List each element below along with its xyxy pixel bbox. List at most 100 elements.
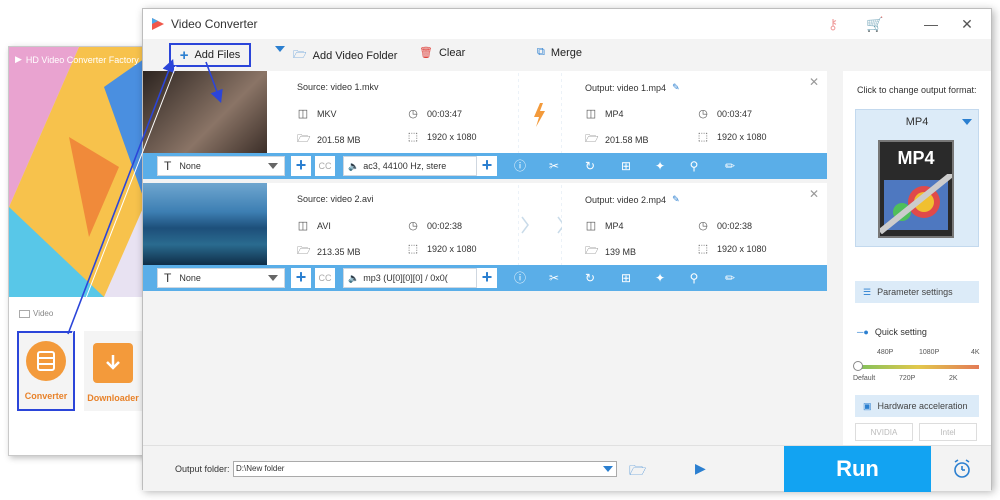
- add-audio-button[interactable]: +: [477, 156, 497, 176]
- add-video-folder-label: Add Video Folder: [312, 49, 398, 62]
- cc-icon[interactable]: CC: [315, 156, 335, 176]
- toolbar: + Add Files 🗁 Add Video Folder 🗑 Clear ⧉…: [143, 39, 991, 71]
- minimize-button[interactable]: —: [921, 14, 941, 34]
- output-size-value: 139 MB: [605, 246, 637, 257]
- remove-file-button[interactable]: ✕: [809, 75, 819, 89]
- scissors-icon[interactable]: ✂: [545, 269, 563, 287]
- hardware-acceleration-button[interactable]: ▣ Hardware acceleration: [855, 395, 979, 417]
- format-icon-label: MP4: [897, 148, 935, 168]
- close-button[interactable]: ✕: [957, 14, 977, 34]
- output-resolution-value: 1920 x 1080: [717, 131, 767, 142]
- source-name: Source: video 2.avi: [297, 194, 374, 204]
- parameter-settings-button[interactable]: ☰ Parameter settings: [855, 281, 979, 303]
- file-toolbar: T None + CC 🔈 ac3, 44100 Hz, stere + ⓘ ✂ ↻…: [143, 153, 827, 179]
- nvidia-button[interactable]: NVIDIA: [855, 423, 913, 441]
- add-video-folder-button[interactable]: 🗁 Add Video Folder: [293, 46, 397, 65]
- output-format-panel: Click to change output format: MP4 MP4 ☰…: [843, 71, 991, 451]
- effects-wand-icon[interactable]: ✦: [651, 157, 669, 175]
- quality-slider-track[interactable]: [857, 365, 979, 369]
- info-icon[interactable]: ⓘ: [511, 157, 529, 175]
- downloader-tile[interactable]: Downloader: [84, 331, 142, 411]
- output-format-selector[interactable]: MP4 MP4: [855, 109, 979, 247]
- run-button[interactable]: Run: [784, 446, 931, 492]
- output-format: ◫ MP4: [585, 219, 624, 232]
- scissors-icon[interactable]: ✂: [545, 157, 563, 175]
- add-files-button[interactable]: + Add Files: [169, 43, 251, 67]
- add-files-dropdown[interactable]: [275, 46, 285, 52]
- slider-icon: ─●: [857, 327, 869, 337]
- file-item: Source: video 1.mkv ◫ MKV ◷ 00:03:47 🗁 201.…: [143, 71, 827, 179]
- chevron-down-icon: [603, 466, 613, 472]
- downloader-icon: [93, 343, 133, 383]
- file-item: Source: video 2.avi ◫ AVI ◷ 00:02:38 🗁 213.…: [143, 183, 827, 291]
- chevron-down-icon: [268, 275, 278, 281]
- tick-4k: 4K: [971, 349, 980, 356]
- crop-icon[interactable]: ⊞: [617, 269, 635, 287]
- merge-button[interactable]: ⧉ Merge: [537, 46, 582, 59]
- alarm-clock-icon[interactable]: [951, 458, 973, 480]
- rotate-icon[interactable]: ↻: [581, 157, 599, 175]
- video-thumbnail[interactable]: [143, 183, 267, 265]
- source-name: Source: video 1.mkv: [297, 82, 379, 92]
- output-format-name: MP4: [905, 116, 929, 128]
- title-bar: Video Converter ⚷ 🛒 — ✕: [143, 9, 991, 39]
- hardware-acceleration-label: Hardware acceleration: [877, 401, 968, 411]
- subtitle-select[interactable]: T None: [157, 156, 285, 176]
- source-resolution: ⬚ 1920 x 1080: [407, 242, 477, 255]
- audio-track-select[interactable]: 🔈 ac3, 44100 Hz, stere: [343, 156, 477, 176]
- output-folder-label: Output folder:: [175, 464, 230, 474]
- audio-track-select[interactable]: 🔈 mp3 (U[0][0][0] / 0x0(: [343, 268, 477, 288]
- tick-1080p: 1080P: [919, 349, 940, 356]
- cc-icon[interactable]: CC: [315, 268, 335, 288]
- output-resolution: ⬚ 1920 x 1080: [697, 130, 767, 143]
- cart-icon[interactable]: 🛒: [865, 14, 885, 34]
- converter-tile[interactable]: Converter: [17, 331, 75, 411]
- converter-label: Converter: [24, 391, 68, 401]
- output-name-text: Output: video 2.mp4: [585, 194, 667, 205]
- output-format: ◫ MP4: [585, 107, 624, 120]
- audio-track-value: mp3 (U[0][0][0] / 0x0(: [363, 273, 448, 283]
- rotate-icon[interactable]: ↻: [581, 269, 599, 287]
- pencil-icon[interactable]: ✎: [672, 82, 680, 93]
- video-file-icon: ◫: [297, 108, 309, 120]
- output-name[interactable]: Output: video 2.mp4 ✎: [585, 194, 680, 205]
- clear-button[interactable]: 🗑 Clear: [419, 46, 465, 60]
- source-size: 🗁 201.58 MB: [297, 130, 361, 149]
- watermark-stamp-icon[interactable]: ⚲: [685, 269, 703, 287]
- quality-slider-handle[interactable]: [853, 361, 863, 371]
- watermark-stamp-icon[interactable]: ⚲: [685, 157, 703, 175]
- add-subtitle-button[interactable]: +: [291, 156, 311, 176]
- output-folder-field[interactable]: D:\New folder: [233, 461, 617, 477]
- remove-file-button[interactable]: ✕: [809, 187, 819, 201]
- add-subtitle-button[interactable]: +: [291, 268, 311, 288]
- source-format: ◫ AVI: [297, 219, 331, 232]
- source-resolution: ⬚ 1920 x 1080: [407, 130, 477, 143]
- edit-icon[interactable]: ✏: [721, 157, 739, 175]
- info-icon[interactable]: ⓘ: [511, 269, 529, 287]
- output-size-value: 201.58 MB: [605, 134, 649, 145]
- preview-folder-icon[interactable]: ▶: [695, 460, 706, 477]
- subtitle-select[interactable]: T None: [157, 268, 285, 288]
- key-icon[interactable]: ⚷: [823, 14, 843, 34]
- add-audio-button[interactable]: +: [477, 268, 497, 288]
- merge-label: Merge: [550, 46, 583, 59]
- crop-icon[interactable]: ⊞: [617, 157, 635, 175]
- source-size-value: 213.35 MB: [317, 246, 361, 257]
- video-thumbnail[interactable]: [143, 71, 267, 153]
- output-duration: ◷ 00:02:38: [697, 219, 752, 232]
- text-icon: T: [164, 159, 172, 173]
- sliders-icon: ☰: [863, 286, 872, 297]
- output-resolution: ⬚ 1920 x 1080: [697, 242, 767, 255]
- open-folder-icon[interactable]: 🗁: [629, 460, 646, 484]
- tick-default: Default: [853, 375, 876, 382]
- pencil-icon[interactable]: ✎: [672, 194, 680, 205]
- effects-wand-icon[interactable]: ✦: [651, 269, 669, 287]
- output-format-value: MP4: [605, 220, 624, 231]
- video-file-icon: ◫: [585, 108, 597, 120]
- intel-button[interactable]: Intel: [919, 423, 977, 441]
- edit-icon[interactable]: ✏: [721, 269, 739, 287]
- plus-icon: +: [179, 46, 189, 64]
- output-name[interactable]: Output: video 1.mp4 ✎: [585, 82, 680, 93]
- trash-icon: 🗑: [419, 47, 433, 59]
- logo-icon: ▶: [15, 54, 22, 64]
